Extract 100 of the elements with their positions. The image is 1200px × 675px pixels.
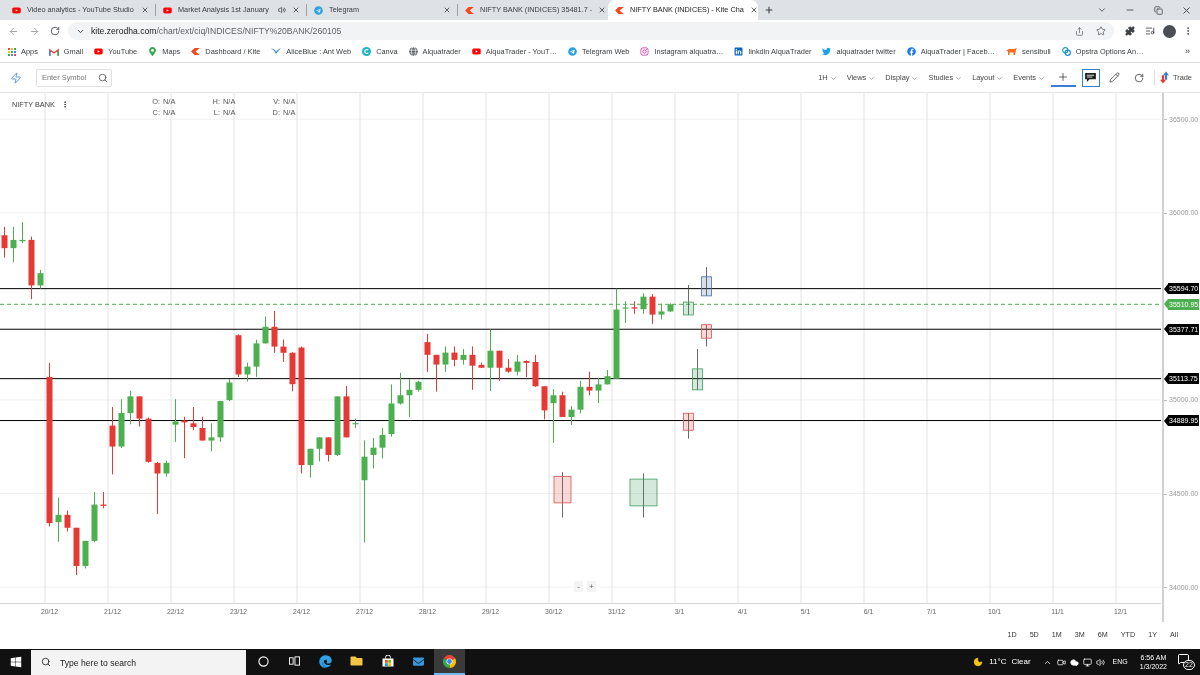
chart-tool-button[interactable] [1081, 68, 1100, 87]
close-icon[interactable] [749, 6, 758, 14]
candle [541, 385, 548, 420]
chevron-down-icon [996, 75, 1004, 82]
avatar[interactable] [1163, 24, 1176, 38]
candle [496, 350, 503, 382]
media-queue-icon[interactable] [1145, 26, 1155, 36]
close-icon[interactable] [1180, 4, 1192, 16]
twitter-icon [822, 47, 832, 57]
chevron-down-icon[interactable] [1097, 5, 1107, 15]
taskbar-app-button[interactable] [434, 649, 465, 675]
app-grid-icon [8, 48, 16, 56]
circle-icon [258, 655, 269, 667]
star-icon[interactable] [1096, 26, 1106, 36]
candle [289, 351, 296, 392]
candle [334, 395, 341, 457]
camera-icon[interactable] [1056, 657, 1066, 667]
candle [10, 226, 17, 263]
candle [343, 385, 350, 438]
lightning-icon[interactable] [10, 71, 22, 84]
candle [460, 348, 467, 366]
search-icon [98, 72, 108, 83]
facebook-icon [906, 47, 916, 57]
folder-icon [350, 655, 363, 667]
candle [82, 540, 89, 569]
candle [622, 300, 629, 324]
candle [127, 390, 134, 425]
candle [190, 406, 197, 431]
address-bar[interactable]: kite.zerodha.com/chart/ext/ciq/INDICES/NIFTY%20BANK/260105 [68, 22, 1114, 40]
candle [307, 448, 314, 479]
candle [577, 380, 584, 414]
windows-icon [9, 656, 22, 668]
chevron-logo-icon [191, 48, 201, 56]
candle [235, 333, 242, 378]
taskbar-search-field[interactable]: Type here to search [31, 649, 246, 675]
candle [199, 416, 206, 442]
candle [631, 300, 638, 315]
linked-rings-icon [1061, 47, 1071, 57]
candle [316, 436, 323, 462]
candle [226, 378, 233, 402]
moon-icon [973, 657, 984, 667]
candle [595, 377, 602, 404]
youtube-icon [471, 47, 481, 57]
new-tab-icon[interactable] [764, 5, 774, 15]
candle [217, 400, 224, 443]
close-icon[interactable] [598, 6, 607, 14]
chevron-down-icon [868, 75, 876, 82]
candle [1, 226, 8, 258]
weather-condition: Clear [1011, 656, 1031, 668]
edge-icon [319, 654, 332, 668]
temperature-text: 11°C [989, 656, 1007, 668]
candle [478, 362, 485, 369]
candle [559, 391, 566, 418]
candle [514, 354, 521, 376]
candle [433, 354, 440, 393]
monitor-icon[interactable] [1082, 657, 1092, 667]
chevron-down-icon [829, 75, 837, 82]
candle [442, 345, 449, 373]
chrome-icon [443, 654, 456, 668]
candle [73, 527, 80, 576]
candle [28, 236, 35, 300]
up-down-arrows-icon [1159, 71, 1169, 84]
candle [136, 395, 143, 427]
zoom-button[interactable]: + [587, 581, 596, 592]
candle [379, 427, 386, 459]
puzzle-icon[interactable] [1125, 26, 1135, 36]
bull-logo-icon [1006, 48, 1017, 56]
zoom-button[interactable]: - [574, 581, 583, 592]
close-icon[interactable] [141, 6, 149, 14]
candle [64, 510, 71, 532]
cloud-icon[interactable] [1069, 657, 1079, 667]
candle [640, 292, 647, 315]
chevron-down-icon [911, 75, 919, 82]
restore-icon[interactable] [1153, 5, 1163, 15]
telegram-icon [567, 47, 577, 57]
bookmarks-overflow-button[interactable]: » [1185, 45, 1190, 59]
map-pin-icon [148, 47, 158, 57]
candle [109, 406, 116, 475]
candle [154, 461, 161, 515]
candle [19, 221, 26, 244]
candle [397, 372, 404, 406]
speaker-icon[interactable] [278, 6, 286, 14]
share-icon[interactable] [1075, 26, 1084, 36]
candle [55, 497, 62, 543]
candle [208, 422, 215, 452]
chevron-down-icon [1037, 75, 1045, 82]
candle [469, 345, 476, 391]
candle [586, 371, 593, 396]
candle [388, 383, 395, 438]
envelope-icon [412, 655, 425, 667]
candle [550, 388, 557, 444]
candle [325, 436, 332, 462]
reload-icon[interactable] [50, 26, 60, 36]
volume-icon[interactable] [1095, 657, 1105, 667]
close-icon[interactable] [443, 6, 451, 14]
candle [415, 380, 422, 393]
candle [91, 491, 98, 543]
close-icon[interactable] [292, 6, 300, 14]
candle [451, 345, 458, 367]
candle [163, 460, 170, 478]
